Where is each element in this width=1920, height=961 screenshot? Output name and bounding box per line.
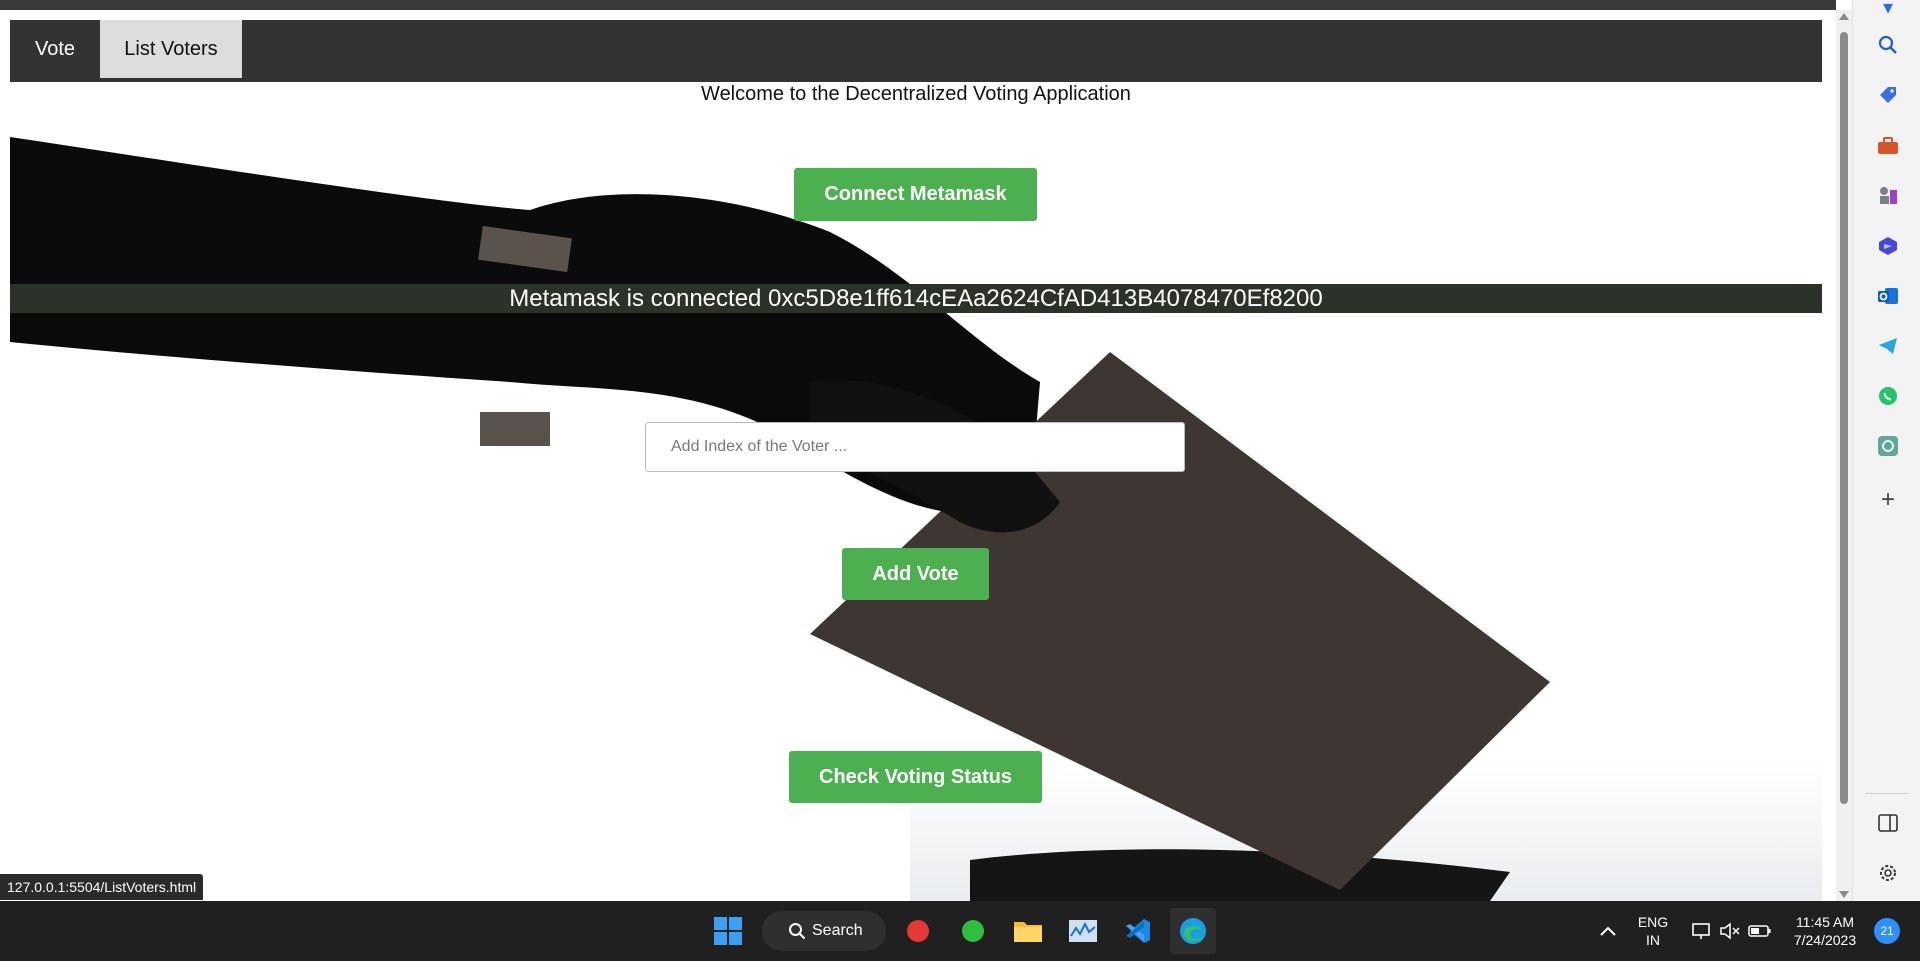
scroll-up-arrow-icon[interactable] (1839, 13, 1849, 20)
scroll-down-arrow-icon[interactable] (1839, 891, 1849, 898)
page-title: Welcome to the Decentralized Voting Appl… (701, 83, 1131, 105)
bell-icon[interactable]: ▾ (1875, 0, 1901, 20)
tab-list-voters[interactable]: List Voters (100, 20, 242, 78)
connect-metamask-button[interactable]: Connect Metamask (794, 168, 1037, 221)
recording-app-icon[interactable] (900, 913, 936, 949)
vertical-scrollbar[interactable] (1836, 10, 1852, 901)
language-code: ENG (1637, 914, 1669, 930)
whatsapp-icon[interactable] (1875, 383, 1901, 409)
notification-badge[interactable]: 21 (1874, 918, 1900, 944)
voter-index-input[interactable] (645, 422, 1185, 472)
add-vote-button[interactable]: Add Vote (842, 548, 989, 600)
clock-date: 7/24/2023 (1793, 932, 1857, 948)
search-icon (789, 923, 806, 940)
browser-viewport: Vote List Voters Welcome to the Decentra… (0, 0, 1836, 901)
chess-icon[interactable] (1875, 182, 1901, 208)
add-icon[interactable]: + (1875, 486, 1901, 513)
top-navigation-bar: Vote List Voters (10, 20, 1822, 82)
copilot-icon[interactable] (1875, 233, 1901, 259)
sidebar-divider (1865, 793, 1909, 794)
tag-icon[interactable] (1875, 82, 1901, 108)
tab-vote[interactable]: Vote (10, 20, 100, 78)
region-code: IN (1646, 932, 1660, 948)
toolbox-icon[interactable] (1875, 133, 1901, 159)
taskbar-search[interactable]: Search (762, 911, 886, 951)
task-manager-icon[interactable] (1065, 913, 1101, 949)
search-icon[interactable] (1875, 32, 1901, 58)
battery-icon[interactable] (1742, 913, 1778, 949)
file-explorer-icon[interactable] (1010, 913, 1046, 949)
green-app-icon[interactable] (955, 913, 991, 949)
vscode-icon[interactable] (1120, 913, 1156, 949)
taskbar-search-label: Search (812, 922, 863, 939)
connection-status-message: Metamask is connected 0xc5D8e1ff614cEAa2… (10, 284, 1822, 313)
input-language-indicator[interactable]: ENG IN (1630, 913, 1676, 949)
browser-sidebar: ▾ + (1852, 0, 1920, 901)
outlook-icon[interactable] (1875, 283, 1901, 309)
link-hover-status-url: 127.0.0.1:5504/ListVoters.html (0, 874, 204, 900)
scrollbar-thumb[interactable] (1840, 32, 1848, 804)
show-hidden-icons-chevron-icon[interactable] (1590, 913, 1626, 949)
browser-top-strip (0, 0, 1836, 10)
settings-icon[interactable] (1875, 860, 1901, 886)
windows-taskbar: Search ENG IN 11:45 AM 7/24/2023 21 (0, 901, 1920, 961)
clock[interactable]: 11:45 AM 7/24/2023 (1780, 913, 1870, 949)
chatgpt-icon[interactable] (1875, 433, 1901, 459)
telegram-icon[interactable] (1875, 333, 1901, 359)
edge-browser-icon[interactable] (1170, 908, 1216, 954)
windows-start-icon[interactable] (710, 913, 746, 949)
clock-time: 11:45 AM (1795, 914, 1855, 930)
split-screen-icon[interactable] (1875, 810, 1901, 836)
check-voting-status-button[interactable]: Check Voting Status (789, 751, 1042, 803)
